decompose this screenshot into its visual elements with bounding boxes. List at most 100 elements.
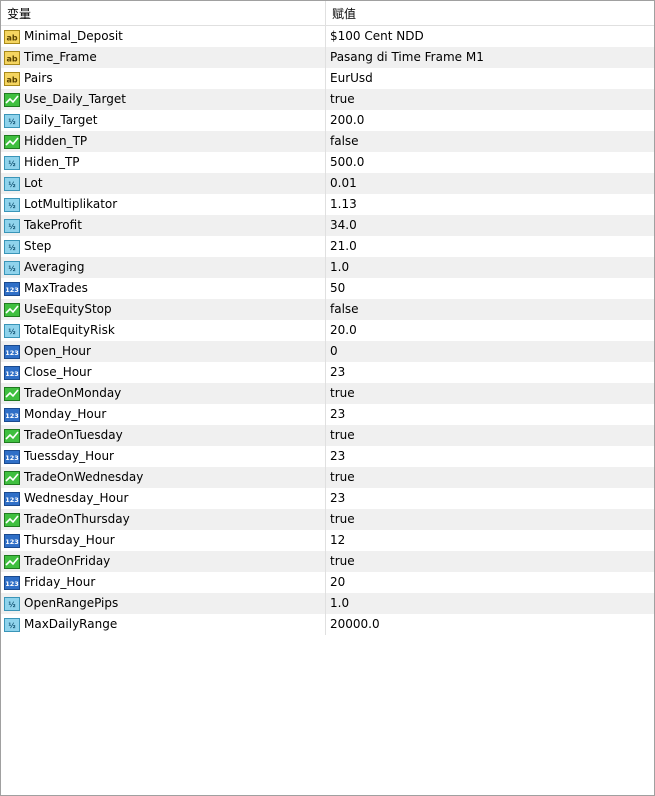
parameter-row[interactable]: ½ TotalEquityRisk 20.0 — [1, 320, 654, 341]
parameter-row[interactable]: 123 Wednesday_Hour 23 — [1, 488, 654, 509]
parameter-value-cell[interactable]: 1.0 — [326, 593, 654, 614]
parameter-row[interactable]: UseEquityStop false — [1, 299, 654, 320]
parameter-value-cell[interactable]: 0.01 — [326, 173, 654, 194]
parameter-value[interactable]: 0.01 — [330, 173, 357, 194]
parameter-row[interactable]: ½ Averaging 1.0 — [1, 257, 654, 278]
parameter-value-cell[interactable]: 200.0 — [326, 110, 654, 131]
parameter-row[interactable]: 123 Open_Hour 0 — [1, 341, 654, 362]
parameter-row[interactable]: TradeOnThursday true — [1, 509, 654, 530]
parameter-value-cell[interactable]: 0 — [326, 341, 654, 362]
parameter-value-cell[interactable]: $100 Cent NDD — [326, 26, 654, 47]
parameter-row[interactable]: TradeOnWednesday true — [1, 467, 654, 488]
parameter-value[interactable]: 20000.0 — [330, 614, 380, 635]
parameter-value[interactable]: Pasang di Time Frame M1 — [330, 47, 484, 68]
parameter-value[interactable]: $100 Cent NDD — [330, 26, 424, 47]
parameter-value[interactable]: 0 — [330, 341, 338, 362]
parameter-row[interactable]: 123 Friday_Hour 20 — [1, 572, 654, 593]
parameter-value-cell[interactable]: true — [326, 383, 654, 404]
column-header-value-label: 赋值 — [332, 6, 357, 21]
parameter-value[interactable]: 12 — [330, 530, 345, 551]
parameter-value[interactable]: true — [330, 551, 355, 572]
parameter-row[interactable]: 123 Thursday_Hour 12 — [1, 530, 654, 551]
parameter-value[interactable]: 23 — [330, 404, 345, 425]
parameter-value-cell[interactable]: 34.0 — [326, 215, 654, 236]
parameter-name-cell: 123 Wednesday_Hour — [1, 488, 326, 509]
parameter-value-cell[interactable]: true — [326, 467, 654, 488]
parameter-value-cell[interactable]: true — [326, 425, 654, 446]
column-header-value[interactable]: 赋值 — [326, 1, 654, 25]
parameter-value[interactable]: true — [330, 425, 355, 446]
svg-text:ab: ab — [6, 54, 17, 63]
parameter-row[interactable]: 123 Monday_Hour 23 — [1, 404, 654, 425]
parameter-row[interactable]: ½ Hiden_TP 500.0 — [1, 152, 654, 173]
parameter-name: Lot — [24, 176, 43, 190]
parameter-name-cell: UseEquityStop — [1, 299, 326, 320]
parameter-value-cell[interactable]: EurUsd — [326, 68, 654, 89]
parameter-value[interactable]: 1.13 — [330, 194, 357, 215]
parameter-value[interactable]: 20.0 — [330, 320, 357, 341]
parameter-value-cell[interactable]: 20.0 — [326, 320, 654, 341]
column-header-variable-label: 变量 — [7, 6, 32, 21]
parameter-value[interactable]: EurUsd — [330, 68, 373, 89]
parameter-value-cell[interactable]: 500.0 — [326, 152, 654, 173]
parameter-value-cell[interactable]: true — [326, 509, 654, 530]
parameter-value-cell[interactable]: 12 — [326, 530, 654, 551]
parameter-row[interactable]: ab Minimal_Deposit $100 Cent NDD — [1, 26, 654, 47]
parameter-value-cell[interactable]: false — [326, 299, 654, 320]
column-header-variable[interactable]: 变量 — [1, 1, 326, 25]
parameter-row[interactable]: Use_Daily_Target true — [1, 89, 654, 110]
parameter-value-cell[interactable]: true — [326, 89, 654, 110]
parameter-row[interactable]: 123 MaxTrades 50 — [1, 278, 654, 299]
parameter-row[interactable]: ½ Daily_Target 200.0 — [1, 110, 654, 131]
parameter-value[interactable]: 23 — [330, 362, 345, 383]
parameter-row[interactable]: ½ MaxDailyRange 20000.0 — [1, 614, 654, 635]
parameter-row[interactable]: ½ TakeProfit 34.0 — [1, 215, 654, 236]
parameter-value-cell[interactable]: 23 — [326, 446, 654, 467]
parameter-value-cell[interactable]: 50 — [326, 278, 654, 299]
parameter-value-cell[interactable]: 20 — [326, 572, 654, 593]
parameter-name: Hidden_TP — [24, 134, 88, 148]
parameter-row[interactable]: ab Pairs EurUsd — [1, 68, 654, 89]
parameter-value-cell[interactable]: 1.0 — [326, 257, 654, 278]
parameter-row[interactable]: TradeOnMonday true — [1, 383, 654, 404]
parameter-name: Thursday_Hour — [24, 533, 115, 547]
parameter-row[interactable]: 123 Close_Hour 23 — [1, 362, 654, 383]
parameter-value[interactable]: 1.0 — [330, 593, 349, 614]
parameter-value-cell[interactable]: 23 — [326, 362, 654, 383]
parameter-value[interactable]: 23 — [330, 488, 345, 509]
parameter-value-cell[interactable]: 20000.0 — [326, 614, 654, 635]
parameter-row[interactable]: TradeOnFriday true — [1, 551, 654, 572]
parameter-row[interactable]: ½ Step 21.0 — [1, 236, 654, 257]
parameter-row[interactable]: ½ Lot 0.01 — [1, 173, 654, 194]
parameter-name: OpenRangePips — [24, 596, 119, 610]
parameter-value[interactable]: 500.0 — [330, 152, 364, 173]
parameter-value-cell[interactable]: 1.13 — [326, 194, 654, 215]
parameter-value[interactable]: 1.0 — [330, 257, 349, 278]
parameter-value-cell[interactable]: 21.0 — [326, 236, 654, 257]
parameter-value-cell[interactable]: 23 — [326, 404, 654, 425]
parameter-value[interactable]: true — [330, 509, 355, 530]
parameter-value[interactable]: 23 — [330, 446, 345, 467]
parameter-value[interactable]: 50 — [330, 278, 345, 299]
parameter-name-cell: TradeOnFriday — [1, 551, 326, 572]
parameter-value[interactable]: 20 — [330, 572, 345, 593]
parameter-value[interactable]: true — [330, 383, 355, 404]
parameter-row[interactable]: 123 Tuessday_Hour 23 — [1, 446, 654, 467]
parameter-value[interactable]: 21.0 — [330, 236, 357, 257]
parameter-value-cell[interactable]: Pasang di Time Frame M1 — [326, 47, 654, 68]
parameter-value[interactable]: 34.0 — [330, 215, 357, 236]
parameter-value-cell[interactable]: false — [326, 131, 654, 152]
parameter-value-cell[interactable]: true — [326, 551, 654, 572]
parameter-value[interactable]: false — [330, 131, 359, 152]
parameter-row[interactable]: TradeOnTuesday true — [1, 425, 654, 446]
parameter-row[interactable]: ab Time_Frame Pasang di Time Frame M1 — [1, 47, 654, 68]
parameter-value[interactable]: false — [330, 299, 359, 320]
parameter-value[interactable]: true — [330, 89, 355, 110]
parameter-value-cell[interactable]: 23 — [326, 488, 654, 509]
parameter-row[interactable]: Hidden_TP false — [1, 131, 654, 152]
parameter-value[interactable]: 200.0 — [330, 110, 364, 131]
parameter-name: Time_Frame — [24, 50, 97, 64]
parameter-row[interactable]: ½ OpenRangePips 1.0 — [1, 593, 654, 614]
parameter-value[interactable]: true — [330, 467, 355, 488]
parameter-row[interactable]: ½ LotMultiplikator 1.13 — [1, 194, 654, 215]
